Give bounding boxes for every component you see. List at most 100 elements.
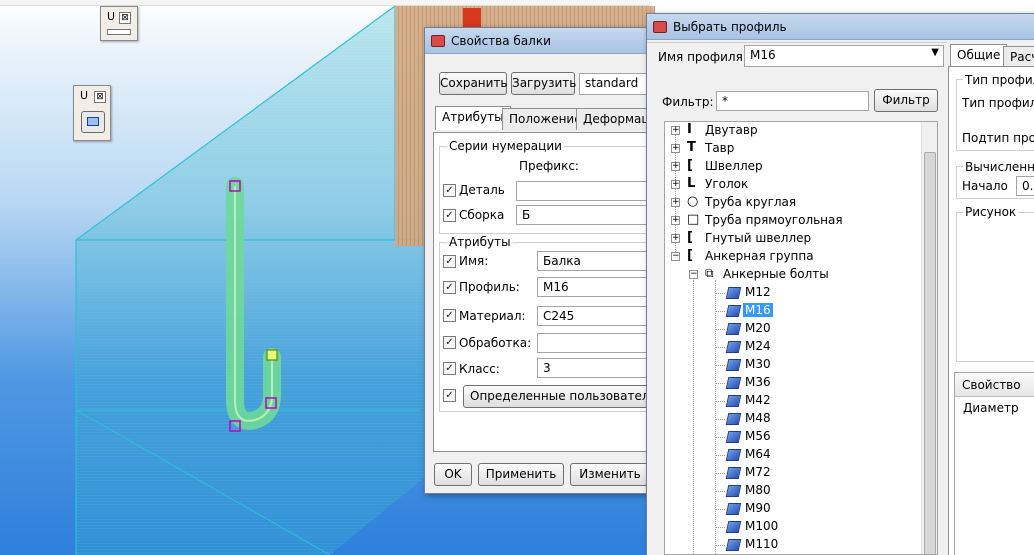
properties-table[interactable]: Свойство Диаметр: [954, 372, 1034, 555]
beam-properties-dialog[interactable]: Свойства балки Сохранить Загрузить stand…: [424, 27, 669, 494]
tree-category[interactable]: + [Швеллер: [665, 158, 921, 176]
filter-input[interactable]: *: [716, 91, 869, 111]
table-header[interactable]: Свойство: [955, 373, 1034, 397]
close-icon[interactable]: ⊠: [94, 91, 106, 103]
tree-item-m110[interactable]: M110: [665, 536, 921, 554]
tree-category[interactable]: + I Двутавр: [665, 122, 921, 140]
modify-button[interactable]: Изменить: [570, 463, 650, 486]
profile-tree[interactable]: + I Двутавр + T Тавр + [Швеллер + L Уголок + ○ Труба …: [664, 121, 938, 555]
dialog-titlebar[interactable]: Свойства балки: [425, 28, 659, 54]
model-viewport[interactable]: U ⊠ U ⊠ Свойства балки Сохранить Загрузи…: [0, 0, 1034, 555]
mini-toolbar-1[interactable]: U ⊠: [100, 6, 138, 41]
assembly-prefix-field[interactable]: Б: [516, 205, 666, 225]
bolt-profile-icon: [725, 413, 742, 425]
tree-category-label: Тавр: [705, 141, 735, 155]
profile-name-dropdown[interactable]: M16 ▼: [744, 45, 944, 67]
tree-item-m16[interactable]: M16: [665, 302, 921, 320]
part-checkbox[interactable]: ✓: [443, 184, 456, 197]
tab-deformation[interactable]: Деформац: [576, 108, 657, 130]
prefix-header: Префикс:: [519, 159, 579, 173]
tree-item-label: M30: [745, 357, 771, 371]
tree-connector: [715, 401, 725, 402]
tree-item-m80[interactable]: M80: [665, 482, 921, 500]
property-row-diameter[interactable]: Диаметр: [963, 401, 1019, 415]
profile-shape-icon: [: [687, 230, 693, 245]
numbering-title: Серии нумерации: [447, 139, 564, 153]
expand-icon[interactable]: +: [671, 126, 680, 135]
class-label: Класс:: [459, 362, 500, 376]
expand-icon[interactable]: +: [671, 144, 680, 153]
tree-category[interactable]: −[Анкерная группа: [665, 248, 921, 266]
name-label: Имя:: [459, 254, 489, 268]
load-button[interactable]: Загрузить: [511, 72, 576, 95]
collapse-icon[interactable]: −: [671, 252, 680, 261]
ok-button[interactable]: OK: [434, 463, 472, 486]
profile-type-group-title: Тип профил: [963, 73, 1034, 87]
mini-toolbar-2[interactable]: U ⊠: [73, 85, 111, 141]
collapse-icon[interactable]: −: [689, 270, 698, 279]
name-checkbox[interactable]: ✓: [443, 255, 456, 268]
tree-item-label: M48: [745, 411, 771, 425]
tree-item-m64[interactable]: M64: [665, 446, 921, 464]
profile-shape-icon: □: [687, 212, 700, 227]
tree-item-label: M16: [743, 303, 773, 317]
tree-category-label: Уголок: [705, 177, 749, 191]
filter-button[interactable]: Фильтр: [874, 89, 938, 112]
expand-icon[interactable]: +: [671, 234, 680, 243]
part-prefix-field[interactable]: [516, 181, 666, 201]
class-checkbox[interactable]: ✓: [443, 362, 456, 375]
tree-item-m42[interactable]: M42: [665, 392, 921, 410]
save-button[interactable]: Сохранить: [439, 72, 508, 95]
bolt-profile-icon: [725, 431, 742, 443]
close-icon[interactable]: ⊠: [119, 12, 131, 24]
profile-checkbox[interactable]: ✓: [443, 281, 456, 294]
finish-checkbox[interactable]: ✓: [443, 336, 456, 349]
bolt-profile-icon: [725, 539, 742, 551]
tree-subgroup-label: Анкерные болты: [723, 267, 829, 281]
scroll-thumb[interactable]: [924, 152, 936, 554]
expand-icon[interactable]: +: [671, 162, 680, 171]
tree-item-m24[interactable]: M24: [665, 338, 921, 356]
bolt-handle-end[interactable]: [266, 349, 278, 361]
bolt-profile-icon: [725, 521, 742, 533]
profile-type-label: Тип профиля: [962, 96, 1034, 110]
start-field[interactable]: 0.0: [1016, 176, 1034, 196]
material-checkbox[interactable]: ✓: [443, 309, 456, 322]
tree-item-m90[interactable]: M90: [665, 500, 921, 518]
tree-item-m12[interactable]: M12: [665, 284, 921, 302]
expand-icon[interactable]: +: [671, 198, 680, 207]
user-defined-attributes-button[interactable]: Определенные пользователем а: [463, 385, 663, 408]
tree-connector: [715, 311, 725, 312]
apply-button[interactable]: Применить: [478, 463, 564, 486]
tree-item-label: M64: [745, 447, 771, 461]
bolt-profile-icon: [725, 377, 742, 389]
tree-category[interactable]: + ○ Труба круглая: [665, 194, 921, 212]
assembly-checkbox[interactable]: ✓: [443, 209, 456, 222]
tree-item-m48[interactable]: M48: [665, 410, 921, 428]
tree-item-m20[interactable]: M20: [665, 320, 921, 338]
tree-subgroup[interactable]: − ⧉ Анкерные болты: [665, 266, 921, 284]
tree-item-m36[interactable]: M36: [665, 374, 921, 392]
tab-calc[interactable]: Расч: [1003, 46, 1034, 68]
udf-checkbox[interactable]: ✓: [443, 389, 456, 402]
expand-icon[interactable]: +: [671, 180, 680, 189]
property-column-header: Свойство: [962, 378, 1021, 392]
tab-attributes[interactable]: Атрибуты: [435, 106, 511, 130]
tree-item-m56[interactable]: M56: [665, 428, 921, 446]
tree-item-label: M42: [745, 393, 771, 407]
tree-category[interactable]: + [Гнутый швеллер: [665, 230, 921, 248]
tree-category[interactable]: + T Тавр: [665, 140, 921, 158]
tree-category[interactable]: + L Уголок: [665, 176, 921, 194]
material-label: Материал:: [459, 309, 526, 323]
window-icon-button[interactable]: [81, 111, 105, 133]
dialog-titlebar[interactable]: Выбрать профиль: [647, 14, 1034, 40]
tree-item-m72[interactable]: M72: [665, 464, 921, 482]
tree-connector: [715, 527, 725, 528]
tree-scrollbar[interactable]: [921, 122, 937, 554]
tree-item-m100[interactable]: M100: [665, 518, 921, 536]
tree-item-m30[interactable]: M30: [665, 356, 921, 374]
tab-general[interactable]: Общие: [950, 44, 1008, 68]
attributes-title: Атрибуты: [447, 235, 513, 249]
tree-category[interactable]: + □ Труба прямоугольная: [665, 212, 921, 230]
expand-icon[interactable]: +: [671, 216, 680, 225]
